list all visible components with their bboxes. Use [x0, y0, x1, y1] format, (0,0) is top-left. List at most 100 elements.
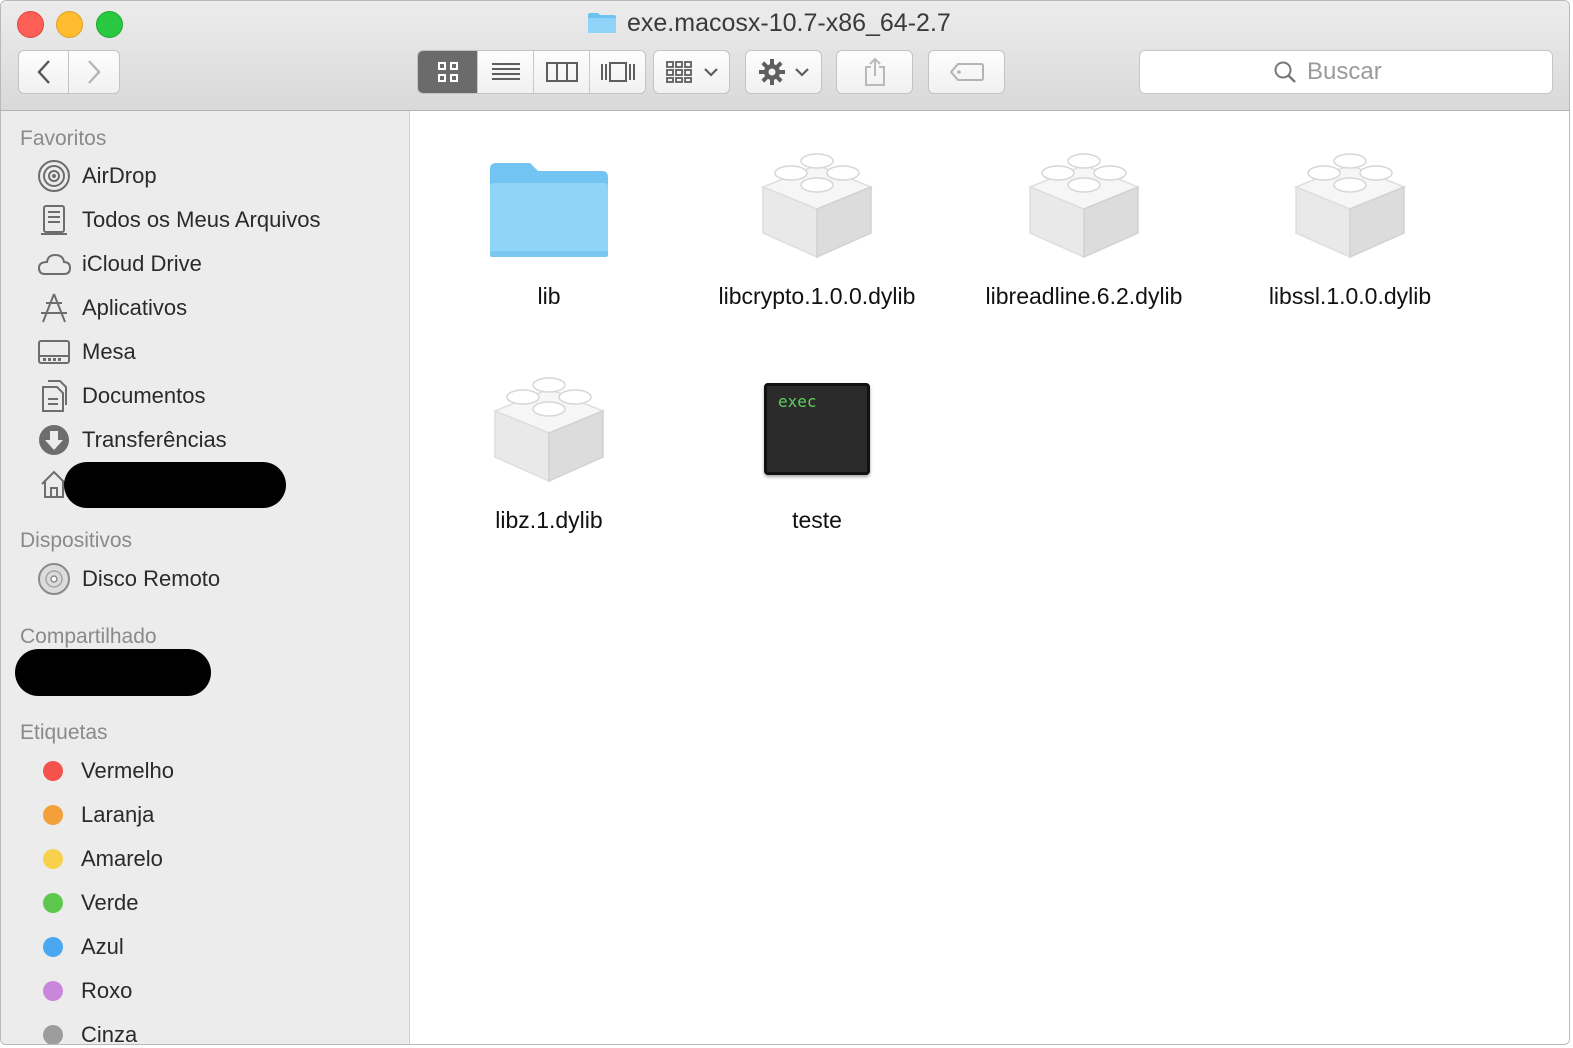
terminal-exec-icon: exec [687, 355, 947, 483]
file-item-libreadline[interactable]: libreadline.6.2.dylib [954, 131, 1214, 310]
sidebar-item-label: Vermelho [81, 758, 174, 783]
chevron-right-icon [88, 60, 101, 84]
grid-icon [437, 62, 458, 82]
column-view-button[interactable] [534, 51, 590, 93]
sidebar-tag-purple[interactable]: Roxo [1, 971, 409, 1011]
sidebar-item-label: Transferências [82, 427, 227, 452]
file-item-libssl[interactable]: libssl.1.0.0.dylib [1220, 131, 1480, 310]
file-name: teste [792, 507, 842, 533]
zoom-button[interactable] [96, 11, 123, 38]
arrange-button[interactable] [653, 50, 730, 94]
tag-color-dot [43, 893, 63, 913]
gear-icon [758, 59, 785, 85]
sidebar-item-all-files[interactable]: Todos os Meus Arquivos [1, 200, 409, 240]
icloud-icon [36, 246, 72, 282]
sidebar-item-applications[interactable]: Aplicativos [1, 288, 409, 328]
sidebar-item-airdrop[interactable]: AirDrop [1, 156, 409, 196]
chevron-down-icon [703, 68, 718, 77]
arrange-grid-icon [665, 61, 692, 83]
tag-color-dot [43, 805, 63, 825]
folder-icon [588, 13, 616, 33]
sidebar-item-label: Verde [81, 890, 139, 915]
view-mode-selector [417, 50, 646, 94]
sidebar-item-label: Cinza [81, 1022, 138, 1044]
close-button[interactable] [17, 11, 44, 38]
sidebar-item-label: Todos os Meus Arquivos [82, 207, 321, 232]
share-button[interactable] [836, 50, 913, 94]
sidebar-tag-orange[interactable]: Laranja [1, 795, 409, 835]
file-item-libz[interactable]: libz.1.dylib [419, 355, 679, 534]
tag-color-dot [43, 1025, 63, 1044]
sidebar-item-documents[interactable]: Documentos [1, 376, 409, 416]
tag-color-dot [43, 761, 63, 781]
coverflow-icon [600, 62, 635, 82]
file-name: libz.1.dylib [495, 507, 603, 533]
disc-icon [36, 561, 72, 597]
sidebar-tag-yellow[interactable]: Amarelo [1, 839, 409, 879]
lego-brick-icon [687, 131, 947, 259]
file-item-teste[interactable]: exec teste [687, 355, 947, 534]
file-name: libssl.1.0.0.dylib [1268, 283, 1432, 309]
sidebar-item-label: Aplicativos [82, 295, 188, 320]
sidebar-item-remote-disc[interactable]: Disco Remoto [1, 559, 409, 599]
file-item-libcrypto[interactable]: libcrypto.1.0.0.dylib [687, 131, 947, 310]
sidebar-tag-green[interactable]: Verde [1, 883, 409, 923]
icon-view-button[interactable] [418, 51, 478, 93]
sidebar-item-desktop[interactable]: Mesa [1, 332, 409, 372]
list-icon [491, 63, 520, 80]
lego-brick-icon [954, 131, 1214, 259]
file-area: lib libcrypto.1.0.0.dylib libreadline.6.… [410, 111, 1569, 1044]
sidebar-item-icloud[interactable]: iCloud Drive [1, 244, 409, 284]
applications-icon [36, 290, 72, 326]
sidebar-tag-blue[interactable]: Azul [1, 927, 409, 967]
sidebar: Favoritos AirDrop Todos os Meus Arquivos… [1, 111, 410, 1044]
section-shared: Compartilhado [20, 625, 157, 648]
desktop-icon [36, 334, 72, 370]
window-title-text: exe.macosx-10.7-x86_64-2.7 [627, 8, 951, 37]
sidebar-item-label: iCloud Drive [82, 251, 202, 276]
lego-brick-icon [1220, 131, 1480, 259]
sidebar-item-downloads[interactable]: Transferências [1, 420, 409, 460]
section-tags: Etiquetas [20, 721, 108, 744]
section-favorites: Favoritos [20, 127, 107, 150]
documents-icon [36, 378, 72, 414]
tags-button[interactable] [928, 50, 1005, 94]
all-files-icon [36, 202, 72, 238]
sidebar-item-label: AirDrop [82, 163, 157, 188]
forward-button[interactable] [69, 50, 120, 94]
folder-icon [419, 131, 679, 259]
sidebar-item-label: Laranja [81, 802, 155, 827]
section-devices: Dispositivos [20, 529, 133, 552]
sidebar-tag-gray[interactable]: Cinza [1, 1015, 409, 1044]
file-item-lib[interactable]: lib [419, 131, 679, 310]
columns-icon [545, 62, 578, 82]
search-field[interactable] [1139, 50, 1553, 94]
sidebar-item-label: Amarelo [81, 846, 163, 871]
file-name: libcrypto.1.0.0.dylib [718, 283, 916, 309]
toolbar: exe.macosx-10.7-x86_64-2.7 [1, 1, 1569, 111]
finder-window: exe.macosx-10.7-x86_64-2.7 Buscar Favori… [0, 0, 1570, 1045]
tag-icon [949, 63, 984, 81]
exec-label: exec [778, 392, 817, 411]
minimize-button[interactable] [56, 11, 83, 38]
search-icon [1274, 61, 1296, 83]
chevron-down-icon [794, 68, 809, 77]
downloads-icon [36, 422, 72, 458]
search-input[interactable] [1305, 57, 1419, 87]
back-button[interactable] [18, 50, 69, 94]
tag-color-dot [43, 981, 63, 1001]
action-button[interactable] [745, 50, 822, 94]
sidebar-item-label: Azul [81, 934, 124, 959]
lego-brick-icon [419, 355, 679, 483]
file-name: lib [537, 283, 561, 309]
tag-color-dot [43, 937, 63, 957]
list-view-button[interactable] [478, 51, 534, 93]
sidebar-tag-red[interactable]: Vermelho [1, 751, 409, 791]
airdrop-icon [36, 158, 72, 194]
sidebar-item-label: Disco Remoto [82, 566, 221, 591]
share-icon [864, 57, 885, 86]
tag-color-dot [43, 849, 63, 869]
sidebar-item-label: Roxo [81, 978, 133, 1003]
chevron-left-icon [36, 60, 50, 84]
coverflow-view-button[interactable] [590, 51, 645, 93]
